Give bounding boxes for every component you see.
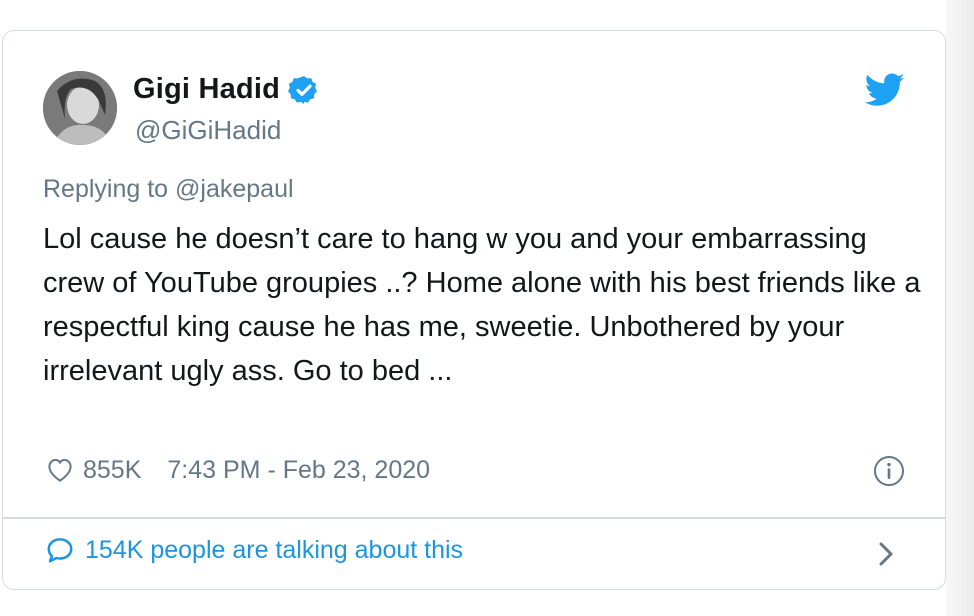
conversation-count-label[interactable]: 154K people are talking about this <box>85 536 463 565</box>
tweet-meta-row: 855K 7:43 PM - Feb 23, 2020 <box>45 455 430 485</box>
reply-mention-link[interactable]: @jakepaul <box>175 175 294 203</box>
replying-to-line: Replying to @jakepaul <box>43 175 294 204</box>
tweet-text: Lol cause he doesn’t care to hang w you … <box>43 223 921 387</box>
chevron-right-icon[interactable] <box>875 539 897 569</box>
user-handle[interactable]: @GiGiHadid <box>135 115 281 146</box>
twitter-bird-icon[interactable] <box>865 73 905 107</box>
replying-prefix: Replying to <box>43 175 176 203</box>
avatar[interactable] <box>43 71 117 145</box>
conversation-link[interactable]: 154K people are talking about this <box>45 535 463 565</box>
author-name-row[interactable]: Gigi Hadid <box>133 73 320 106</box>
heart-icon[interactable] <box>45 455 75 485</box>
like-count[interactable]: 855K <box>83 456 141 485</box>
tweet-card[interactable]: Gigi Hadid @GiGiHadid Replying to @jakep… <box>2 30 946 590</box>
speech-bubble-icon <box>47 538 73 563</box>
divider <box>3 517 945 519</box>
page-edge <box>946 0 974 616</box>
verified-badge-icon <box>288 75 317 104</box>
info-icon[interactable] <box>873 455 905 487</box>
display-name[interactable]: Gigi Hadid <box>133 73 280 106</box>
tweet-timestamp[interactable]: 7:43 PM - Feb 23, 2020 <box>167 456 430 485</box>
